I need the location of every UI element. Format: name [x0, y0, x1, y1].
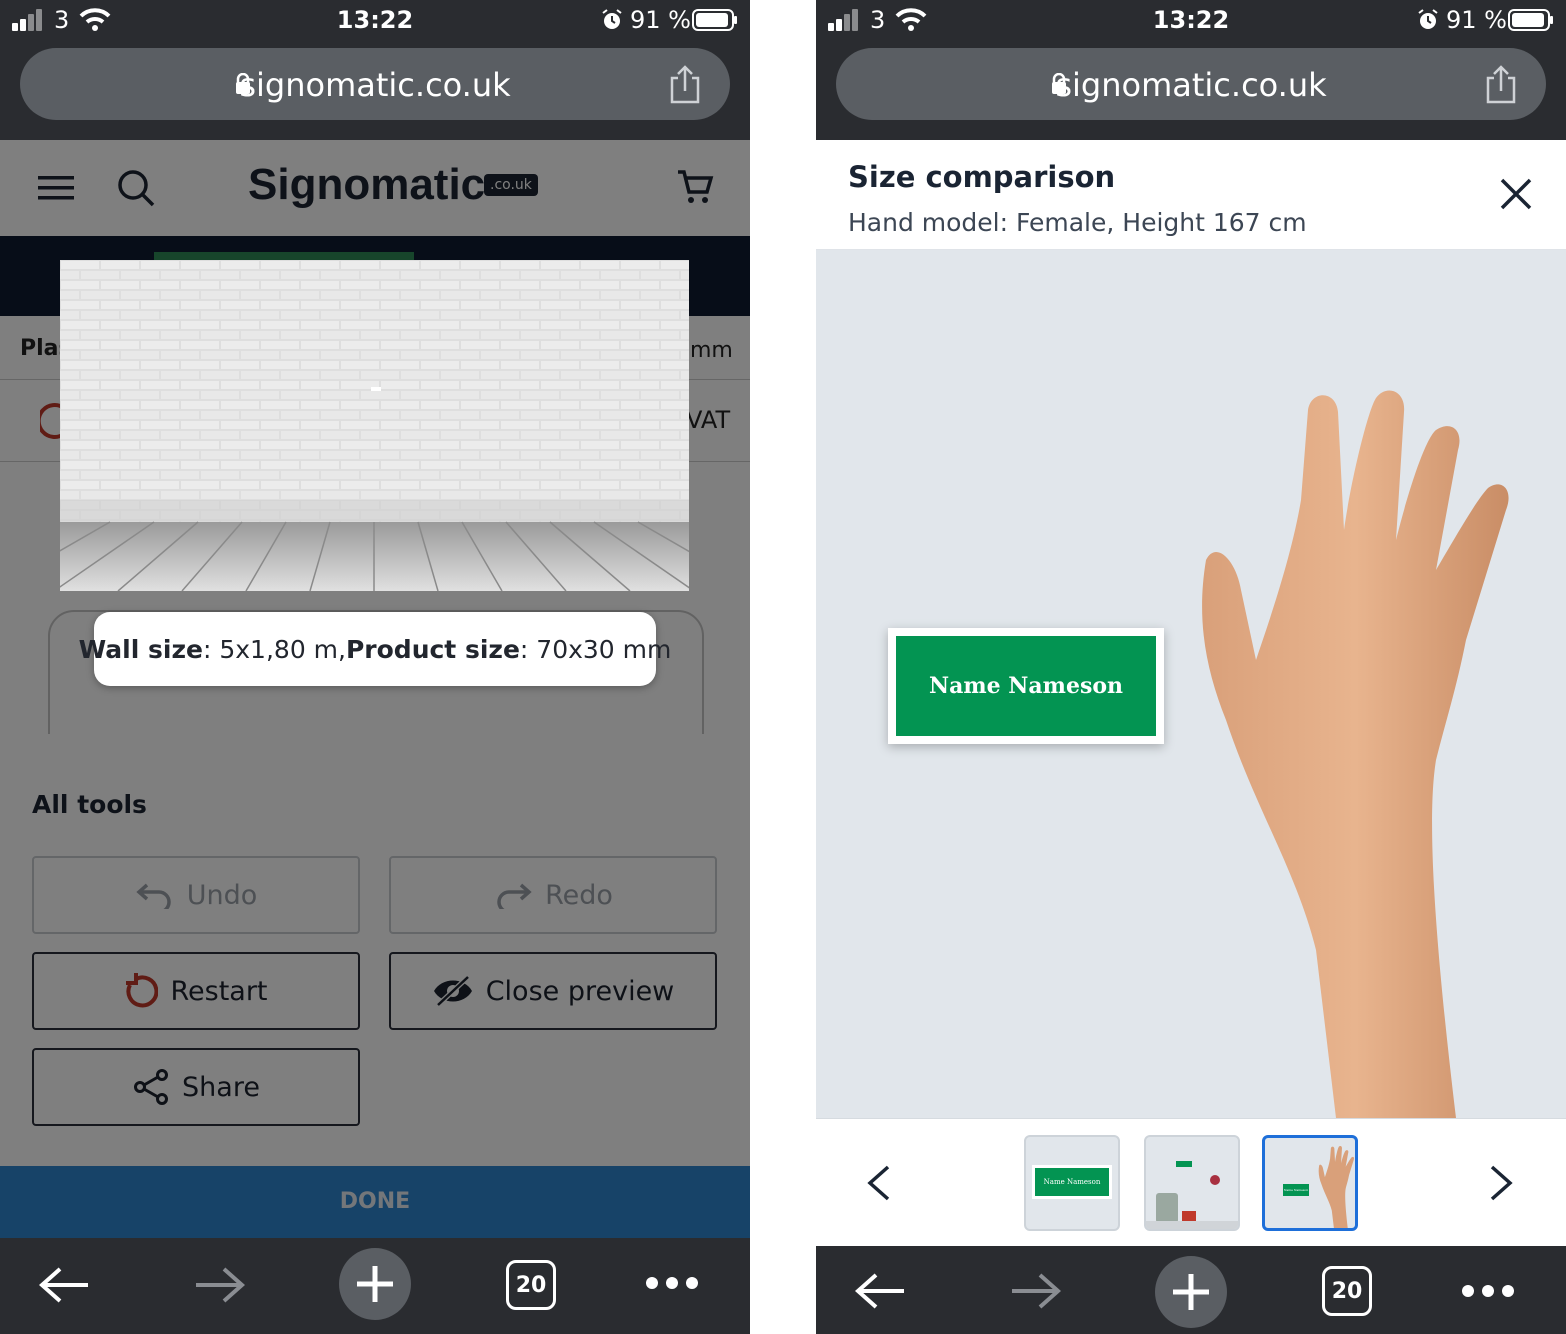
thumbnail-2-table [1146, 1221, 1238, 1229]
plus-icon [357, 1266, 393, 1302]
product-size-label: Product size [345, 634, 520, 664]
sign-text: Name Nameson [896, 636, 1156, 736]
left-screen: 3 13:22 91 % signomatic.co.uk Signomatic… [0, 0, 750, 1334]
size-tooltip: Wall size: 5x1,80 m, Product size: 70x30… [79, 612, 671, 686]
back-icon [854, 1273, 904, 1309]
status-bar: 3 13:22 91 % [816, 0, 1566, 42]
forward-button[interactable] [1008, 1266, 1064, 1316]
wall-size-label: Wall size [78, 634, 203, 664]
browser-toolbar: signomatic.co.uk [0, 42, 750, 140]
forward-icon [1012, 1273, 1062, 1309]
back-button[interactable] [852, 1266, 908, 1316]
wifi-icon [79, 8, 111, 31]
wall-size-value: : 5x1,80 m, [202, 634, 346, 664]
signal-icon [12, 9, 48, 31]
battery-percent: 91 % [1446, 6, 1507, 34]
right-screen: 3 13:22 91 % signomatic.co.uk Size compa… [816, 0, 1566, 1334]
close-icon[interactable] [1498, 176, 1534, 212]
plus-icon [1173, 1274, 1209, 1310]
carrier-label: 3 [54, 6, 70, 34]
battery-icon [692, 9, 737, 31]
status-bar: 3 13:22 91 % [0, 0, 750, 42]
wifi-icon [895, 8, 927, 31]
thumbnail-3-sign: Name Nameson [1283, 1184, 1309, 1196]
back-icon [38, 1267, 88, 1303]
forward-icon [196, 1267, 246, 1303]
battery-percent: 91 % [630, 6, 691, 34]
thumbnail-1-text: Name Nameson [1035, 1168, 1109, 1196]
comparison-stage: Name Nameson [816, 250, 1566, 1118]
product-marker [371, 387, 381, 391]
browser-bottom-bar: 20 [0, 1238, 750, 1334]
more-icon [1462, 1285, 1514, 1297]
alarm-icon [602, 9, 622, 29]
sign-preview: Name Nameson [888, 628, 1164, 744]
address-bar[interactable]: signomatic.co.uk [836, 48, 1546, 120]
thumbnail-2-sign [1176, 1161, 1192, 1167]
back-button[interactable] [36, 1260, 92, 1310]
thumbnail-1-sign: Name Nameson [1032, 1165, 1112, 1199]
thumbnail-3[interactable]: Name Nameson [1262, 1135, 1358, 1231]
thumbnail-2-lamp [1210, 1175, 1220, 1185]
tabs-button[interactable]: 20 [1322, 1266, 1372, 1316]
modal-header: Size comparison Hand model: Female, Heig… [816, 140, 1566, 250]
tabs-button[interactable]: 20 [506, 1260, 556, 1310]
thumbnail-1[interactable]: Name Nameson [1024, 1135, 1120, 1231]
new-tab-button[interactable] [1155, 1256, 1227, 1328]
thumbnail-strip: Name Nameson Name Nameson [816, 1118, 1566, 1246]
new-tab-button[interactable] [339, 1248, 411, 1320]
modal-subtitle: Hand model: Female, Height 167 cm [848, 208, 1307, 237]
signal-icon [828, 9, 864, 31]
forward-button[interactable] [192, 1260, 248, 1310]
battery-icon [1508, 9, 1553, 31]
modal-title: Size comparison [848, 160, 1116, 194]
wall-preview-image [60, 260, 689, 591]
url-text: signomatic.co.uk [1055, 66, 1327, 104]
share-icon[interactable] [668, 64, 702, 104]
thumbnail-2-object [1182, 1211, 1196, 1221]
more-button[interactable] [1460, 1276, 1516, 1306]
carrier-label: 3 [870, 6, 886, 34]
thumbnail-2[interactable] [1144, 1135, 1240, 1231]
share-icon[interactable] [1484, 64, 1518, 104]
chevron-right-icon[interactable] [1486, 1163, 1516, 1203]
more-icon [646, 1277, 698, 1289]
browser-toolbar: signomatic.co.uk [816, 42, 1566, 140]
address-bar[interactable]: signomatic.co.uk [20, 48, 730, 120]
thumbnail-2-plant [1156, 1193, 1178, 1223]
thumbnail-3-hand [1318, 1146, 1355, 1228]
more-button[interactable] [644, 1268, 700, 1298]
chevron-left-icon[interactable] [864, 1163, 894, 1203]
browser-bottom-bar: 20 [816, 1246, 1566, 1334]
product-size-value: : 70x30 mm [519, 634, 672, 664]
url-text: signomatic.co.uk [239, 66, 511, 104]
alarm-icon [1418, 9, 1438, 29]
hand-image [1202, 390, 1509, 1118]
